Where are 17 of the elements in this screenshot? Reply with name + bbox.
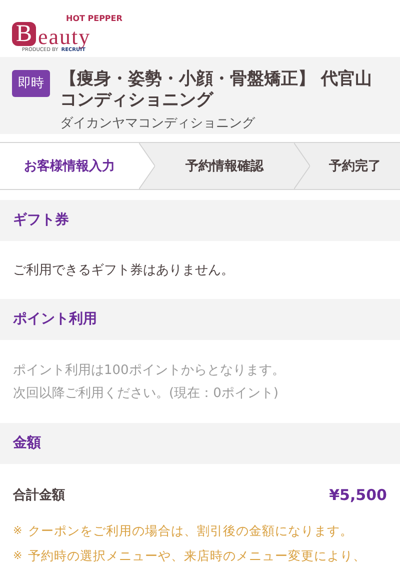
total-label: 合計金額 [13,486,65,504]
salon-name: 【痩身・姿勢・小顔・骨盤矯正】 代官山コンディショニング [60,69,373,111]
logo-mark: B [12,22,36,46]
section-heading: 金額 [0,423,400,464]
instant-badge: 即時 [12,70,50,97]
section-heading: ポイント利用 [0,299,400,340]
body-text: ご利用できるギフト券はありません。 [13,262,235,280]
note-text: クーポンをご利用の場合は、割引後の金額になります。 [28,522,354,540]
total-amount: ¥5,500 [329,486,387,504]
body-text: ポイント利用は100ポイントからとなります。 [13,362,286,380]
section-heading: ギフト券 [0,200,400,241]
brand-label: HOT PEPPER [66,14,124,23]
note-mark: ※ [13,523,22,539]
salon-kana: ダイカンヤマコンディショニング [60,115,256,132]
body-text: 次回以降ご利用ください。(現在：0ポイント) [13,385,280,403]
note-text: 予約時の選択メニューや、来店時のメニュー変更により、 [28,547,366,565]
note-mark: ※ [13,548,22,564]
